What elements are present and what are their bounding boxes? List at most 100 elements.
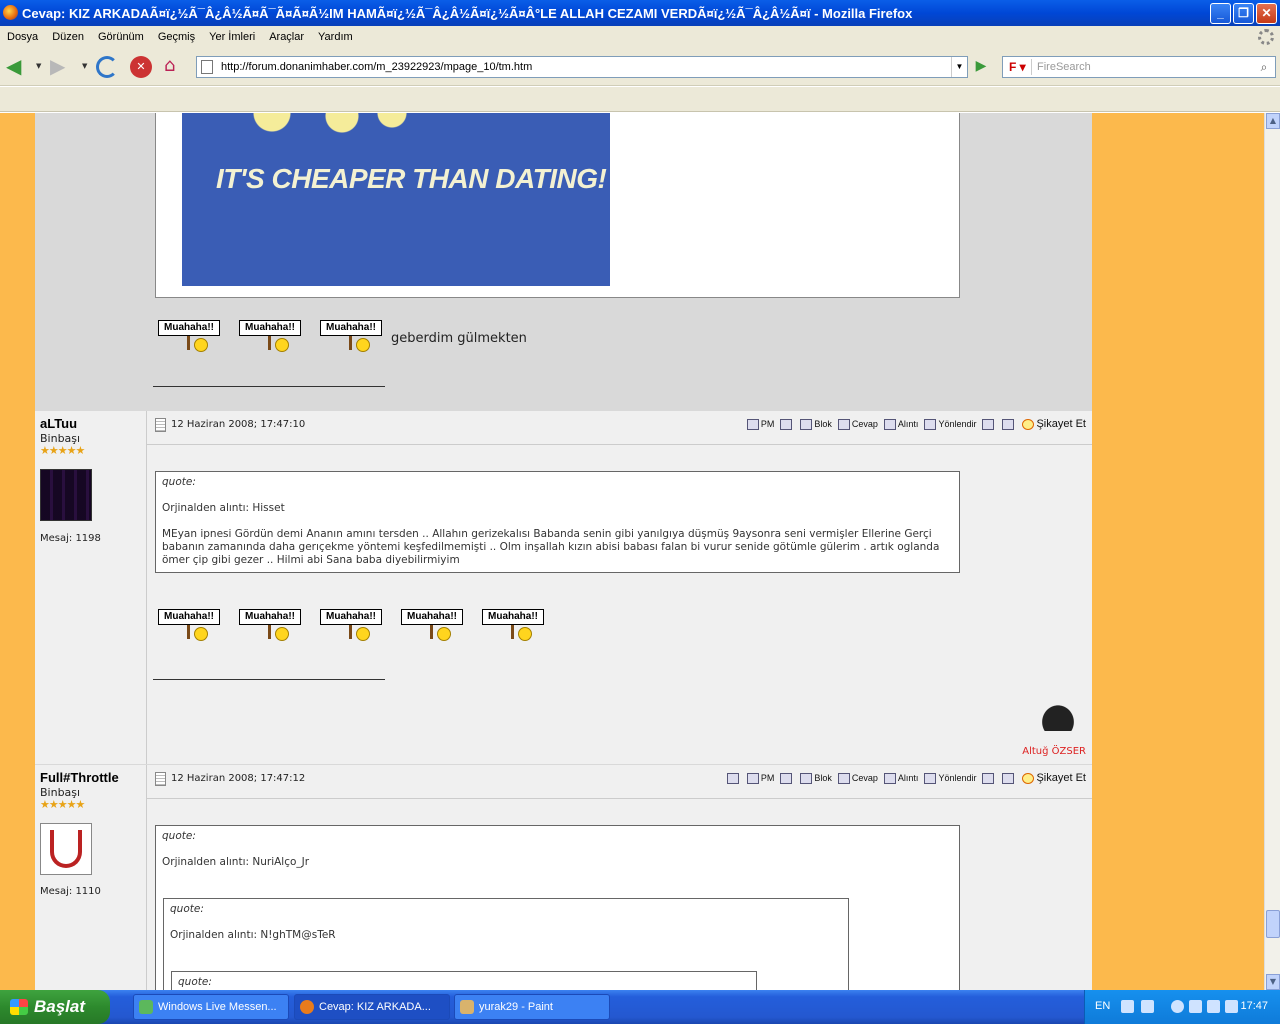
paint-icon [460,1000,474,1014]
forward-button[interactable]: Yönlendir [924,772,976,784]
smiley-sign: Muahaha!! [320,609,382,625]
message-count: Mesaj: 1110 [40,886,101,897]
start-button[interactable]: Başlat [0,990,110,1024]
tray-expand-icon[interactable] [1171,1000,1184,1013]
task-label: Cevap: KIZ ARKADA... [319,1001,431,1013]
maximize-button[interactable]: ❐ [1233,3,1254,24]
quote-button[interactable]: Alıntı [883,418,919,430]
post-text: geberdim gülmekten [391,330,527,346]
pm-button[interactable]: PM [746,772,774,784]
rank-stars: ★★★★★ [40,798,85,811]
forward-button[interactable]: Yönlendir [924,418,976,430]
bookmark-button[interactable] [982,772,996,784]
avatar[interactable] [40,823,92,875]
email-icon [726,772,739,784]
forward-dropdown-icon[interactable]: ▼ [82,62,87,70]
cartoon-figures [232,113,432,143]
url-bar[interactable]: http://forum.donanimhaber.com/m_23922923… [196,56,968,78]
muahaha-smiley: Muahaha!! [401,609,463,645]
muahaha-smiley: Muahaha!! [239,609,301,645]
block-button[interactable]: Blok [800,418,832,430]
block-label: Blok [814,419,832,429]
task-paint[interactable]: yurak29 - Paint [454,994,610,1020]
add-friend-icon [780,418,793,430]
scroll-thumb[interactable] [1266,910,1280,938]
minimize-button[interactable]: _ [1210,3,1231,24]
task-label: Windows Live Messen... [158,1001,277,1013]
email-button[interactable] [726,772,741,784]
quote-icon [883,772,896,784]
vertical-scrollbar[interactable]: ▲ ▼ [1264,113,1280,990]
folder-button[interactable] [1002,418,1016,430]
bookmark-button[interactable] [982,418,996,430]
search-engine-icon[interactable]: F ▾ [1006,59,1032,75]
quote-header: quote: [162,830,196,842]
reload-icon[interactable] [96,56,118,78]
post-actions: PM Blok Cevap Alıntı Yönlendir Şikayet E… [721,772,1086,784]
back-arrow-icon[interactable]: ◀ [6,56,30,78]
task-firefox[interactable]: Cevap: KIZ ARKADA... [294,994,450,1020]
quote-box: quote: Orjinalden alıntı: Hisset MEyan i… [155,471,960,573]
quote-button[interactable]: Alıntı [883,772,918,784]
warning-icon [1022,772,1035,784]
add-friend-button[interactable] [780,772,794,784]
report-label: Şikayet Et [1036,418,1086,430]
stop-icon[interactable]: ✕ [130,56,152,78]
bookmarks-toolbar [0,87,1280,112]
menu-gorunum[interactable]: Görünüm [91,31,151,43]
language-indicator[interactable]: EN [1095,1000,1110,1012]
network-icon[interactable] [1141,1000,1154,1013]
smiley-sign: Muahaha!! [320,320,382,336]
folder-button[interactable] [1002,772,1016,784]
scroll-up-icon[interactable]: ▲ [1266,113,1280,129]
go-arrow-icon[interactable]: ▶ [970,58,992,78]
menu-yer-imleri[interactable]: Yer İmleri [202,31,262,43]
envelope-icon [924,772,937,784]
username[interactable]: Full#Throttle [40,770,119,785]
quote-source: Orjinalden alıntı: NuriAlço_Jr [162,856,310,868]
report-button[interactable]: Şikayet Et [1022,772,1086,784]
monitor-icon[interactable] [1207,1000,1220,1013]
search-placeholder: FireSearch [1037,61,1091,73]
scroll-down-icon[interactable]: ▼ [1266,974,1280,990]
quote-header: quote: [162,476,196,488]
page-icon [201,60,213,74]
close-button[interactable]: ✕ [1256,3,1277,24]
muahaha-smiley: Muahaha!! [158,609,220,645]
reply-button[interactable]: Cevap [837,418,878,430]
post-image-frame: IT'S CHEAPER THAN DATING! [155,113,960,298]
search-box[interactable]: F ▾ FireSearch ⌕ [1002,56,1276,78]
back-dropdown-icon[interactable]: ▼ [36,62,41,70]
pm-icon [746,772,759,784]
menu-yardim[interactable]: Yardım [311,31,360,43]
messenger-tray-icon[interactable] [1189,1000,1202,1013]
menu-dosya[interactable]: Dosya [0,31,45,43]
envelope-icon [924,418,937,430]
reply-button[interactable]: Cevap [837,772,878,784]
avatar[interactable] [40,469,92,521]
block-button[interactable]: Blok [800,772,832,784]
nested-quote-box: quote: [171,971,757,990]
home-icon[interactable]: ⌂ [164,56,186,76]
pm-button[interactable]: PM [746,418,774,430]
quote-source: Orjinalden alıntı: N!ghTM@sTeR [170,929,336,941]
search-icon[interactable]: ⌕ [1255,59,1273,75]
report-button[interactable]: Şikayet Et [1022,418,1086,430]
volume-icon[interactable] [1225,1000,1238,1013]
menu-araclar[interactable]: Araçlar [262,31,311,43]
help-icon[interactable] [1121,1000,1134,1013]
forward-arrow-icon[interactable]: ▶ [50,56,74,78]
add-friend-button[interactable] [780,418,794,430]
quote-label: Alıntı [897,419,919,429]
post-date: 12 Haziran 2008; 17:47:10 [171,419,306,430]
windows-logo-icon [10,999,28,1015]
menu-duzen[interactable]: Düzen [45,31,91,43]
menu-gecmis[interactable]: Geçmiş [151,31,202,43]
username[interactable]: aLTuu [40,416,77,431]
smiley-row: Muahaha!! Muahaha!! Muahaha!! geberdim g… [158,320,527,356]
warning-icon [1022,418,1035,430]
rank-stars: ★★★★★ [40,444,85,457]
post-header: 12 Haziran 2008; 17:47:10 PM Blok Cevap … [147,411,1092,445]
task-messenger[interactable]: Windows Live Messen... [133,994,289,1020]
url-dropdown-icon[interactable]: ▼ [951,57,967,77]
